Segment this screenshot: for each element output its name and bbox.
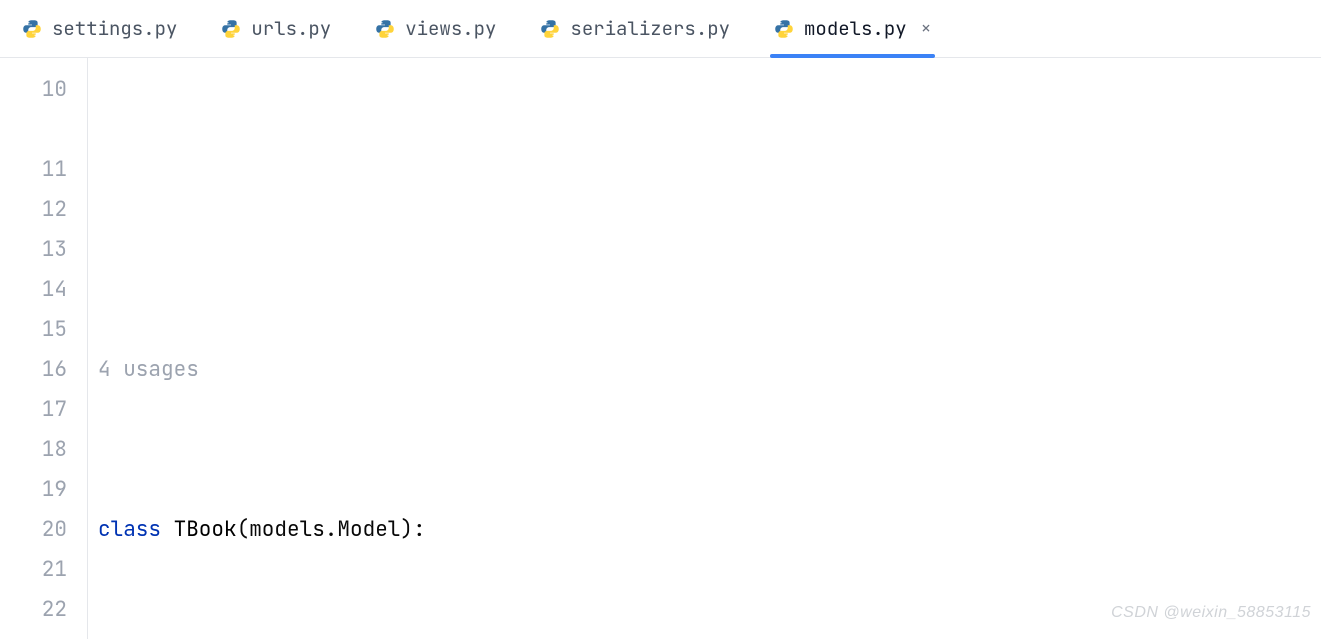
tab-label: settings.py (52, 16, 177, 41)
code-line[interactable] (88, 190, 1321, 230)
python-icon (540, 19, 560, 39)
python-icon (221, 19, 241, 39)
code-area[interactable]: 4 usages class TBook(models.Model): id =… (88, 58, 1321, 639)
line-number: 20 (0, 510, 67, 550)
line-number: 16 (0, 350, 67, 390)
tab-label: urls.py (251, 16, 331, 41)
line-number: 18 (0, 430, 67, 470)
editor-tabs: settings.py urls.py views.py serializers… (0, 0, 1321, 58)
line-number: 10 (0, 70, 67, 110)
tab-label: views.py (405, 16, 496, 41)
line-number: 11 (0, 150, 67, 190)
line-number: 15 (0, 310, 67, 350)
tab-serializers[interactable]: serializers.py (518, 0, 752, 57)
usages-hint[interactable]: 4 usages (88, 350, 1321, 390)
line-number: 12 (0, 190, 67, 230)
tab-settings[interactable]: settings.py (0, 0, 199, 57)
tab-urls[interactable]: urls.py (199, 0, 353, 57)
line-number: 19 (0, 470, 67, 510)
line-number: 21 (0, 550, 67, 590)
tab-label: models.py (804, 16, 907, 41)
python-icon (22, 19, 42, 39)
line-number: 22 (0, 590, 67, 630)
close-icon[interactable]: × (921, 17, 932, 40)
line-number: 17 (0, 390, 67, 430)
watermark: CSDN @weixin_58853115 (1111, 593, 1311, 633)
python-icon (774, 19, 794, 39)
python-icon (375, 19, 395, 39)
tab-label: serializers.py (570, 16, 730, 41)
tab-models[interactable]: models.py × (752, 0, 953, 57)
code-line[interactable]: class TBook(models.Model): (88, 510, 1321, 550)
line-number: 13 (0, 230, 67, 270)
tab-views[interactable]: views.py (353, 0, 518, 57)
line-number-gutter: 10 11 12 13 14 15 16 17 18 19 20 21 22 (0, 58, 88, 639)
code-editor[interactable]: 10 11 12 13 14 15 16 17 18 19 20 21 22 4… (0, 58, 1321, 639)
line-number: 14 (0, 270, 67, 310)
